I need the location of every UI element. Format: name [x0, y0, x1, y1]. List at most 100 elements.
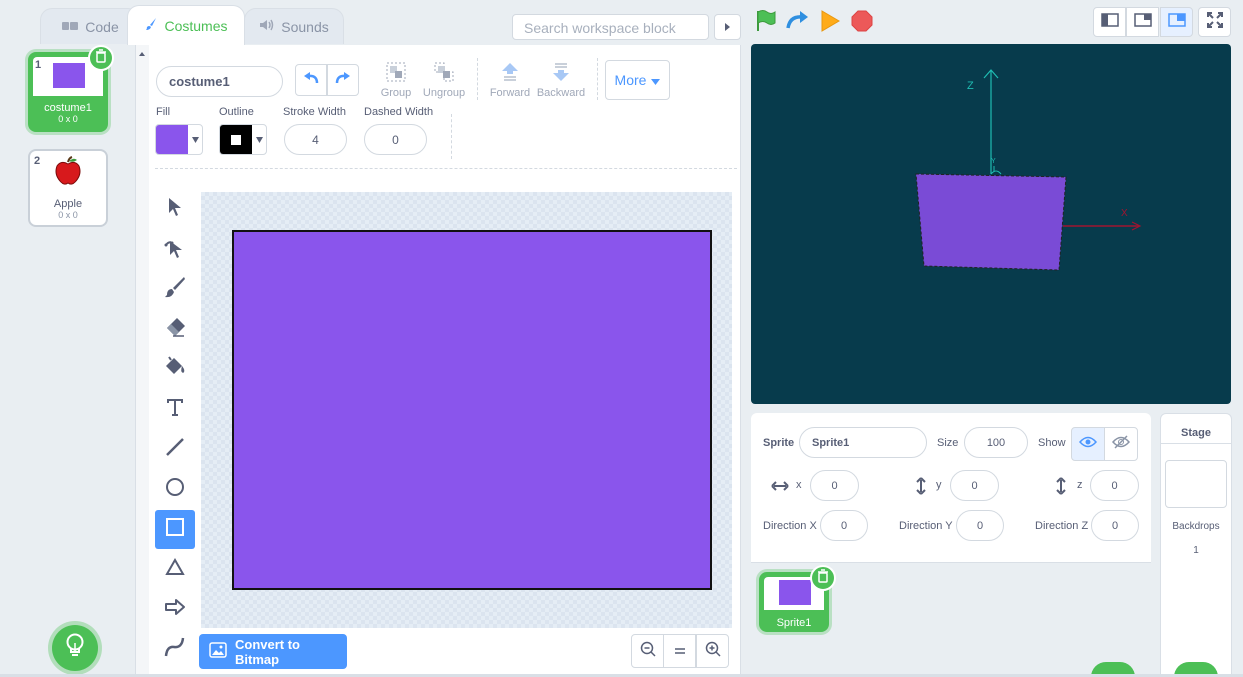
fill-tool[interactable]: [155, 350, 195, 389]
undo-icon: [303, 71, 319, 90]
sprite-thumbnail: [779, 580, 811, 605]
show-sprite-button[interactable]: [1071, 427, 1105, 461]
large-stage-button[interactable]: [1160, 7, 1193, 37]
backdrops-label: Backdrops: [1172, 521, 1220, 532]
zoom-in-button[interactable]: [696, 634, 729, 668]
normal-stage-button[interactable]: [1126, 7, 1159, 37]
dashed-width-input[interactable]: 0: [364, 124, 427, 155]
y-input[interactable]: 0: [950, 470, 999, 501]
hide-sprite-button[interactable]: [1104, 427, 1138, 461]
undo-button[interactable]: [295, 64, 327, 96]
circle-tool[interactable]: [155, 470, 195, 509]
costume-thumbnail: [53, 63, 85, 88]
text-icon: [165, 397, 185, 422]
show-label: Show: [1038, 437, 1066, 449]
more-menu-button[interactable]: More: [605, 60, 670, 100]
fullscreen-button[interactable]: [1198, 7, 1231, 37]
backward-icon: [535, 60, 587, 87]
reshape-tool[interactable]: [155, 231, 195, 270]
triangle-icon: [165, 557, 185, 581]
text-tool[interactable]: [155, 390, 195, 429]
rectangle-shape[interactable]: [232, 230, 712, 590]
tab-code-label: Code: [85, 18, 119, 35]
select-tool[interactable]: [155, 190, 195, 229]
arrow-cursor-icon: [166, 197, 184, 222]
zoom-reset-button[interactable]: [663, 634, 696, 668]
search-input[interactable]: Search workspace block: [512, 14, 709, 40]
green-flag-icon[interactable]: [755, 9, 777, 33]
sprite-name: Sprite1: [776, 617, 812, 629]
x-input[interactable]: 0: [810, 470, 859, 501]
costume-number: 2: [34, 155, 41, 167]
costume-name: Apple: [53, 198, 83, 210]
size-input[interactable]: 100: [964, 427, 1028, 458]
outline-label: Outline: [219, 106, 254, 118]
direction-x-label: Direction X: [763, 520, 817, 532]
direction-z-label: Direction Z: [1035, 520, 1089, 532]
brush-tool[interactable]: [155, 270, 195, 309]
circle-icon: [165, 477, 185, 502]
direction-y-input[interactable]: 0: [956, 510, 1004, 541]
y-label: y: [936, 479, 942, 491]
delete-sprite-button[interactable]: [810, 565, 836, 591]
fill-color-swatch: [156, 125, 188, 154]
tab-code[interactable]: Code: [40, 8, 140, 44]
search-submit-button[interactable]: [714, 14, 741, 40]
backward-button[interactable]: Backward: [535, 60, 587, 99]
line-tool[interactable]: [155, 430, 195, 469]
tutorials-button[interactable]: [52, 625, 98, 671]
costume-card-2[interactable]: 2 Apple 0 x 0: [28, 149, 108, 227]
rectangle-tool[interactable]: [155, 510, 195, 549]
more-label: More: [614, 72, 647, 88]
curve-icon: [164, 636, 186, 663]
step-icon[interactable]: [786, 10, 810, 32]
group-button[interactable]: Group: [370, 60, 422, 99]
equals-icon: [674, 642, 686, 660]
lightbulb-icon: [64, 633, 86, 664]
ungroup-button[interactable]: Ungroup: [418, 60, 470, 99]
triangle-tool[interactable]: [155, 550, 195, 589]
stroke-width-input[interactable]: 4: [284, 124, 347, 155]
forward-button[interactable]: Forward: [484, 60, 536, 99]
delete-costume-button[interactable]: [88, 45, 114, 71]
zoom-in-icon: [705, 641, 721, 662]
x-axis-label: X: [1121, 208, 1128, 219]
tab-sounds[interactable]: Sounds: [244, 8, 344, 44]
stage-3d-view: [915, 69, 1142, 271]
direction-z-input[interactable]: 0: [1091, 510, 1139, 541]
outline-color-picker[interactable]: [219, 124, 267, 155]
caret-down-icon: [256, 137, 263, 143]
redo-button[interactable]: [327, 64, 359, 96]
fullscreen-icon: [1206, 11, 1223, 33]
horizontal-arrows-icon: [771, 479, 789, 497]
z-input[interactable]: 0: [1090, 470, 1139, 501]
costume-name-input[interactable]: costume1: [156, 66, 283, 97]
direction-x-input[interactable]: 0: [820, 510, 868, 541]
stage-thumbnail: [1165, 460, 1227, 508]
trash-icon: [817, 568, 829, 588]
zoom-out-button[interactable]: [631, 634, 664, 668]
tab-costumes[interactable]: Costumes: [127, 5, 245, 45]
costume-name: costume1: [44, 102, 92, 114]
stop-icon[interactable]: [851, 10, 873, 32]
costume-list-scrollbar[interactable]: [135, 45, 149, 677]
z-axis-label: Z: [967, 80, 974, 92]
convert-to-bitmap-button[interactable]: Convert to Bitmap: [199, 634, 347, 669]
small-stage-icon: [1100, 12, 1119, 32]
fill-color-picker[interactable]: [155, 124, 203, 155]
size-label: Size: [937, 437, 959, 449]
curve-tool[interactable]: [155, 630, 195, 669]
arrow-tool[interactable]: [155, 590, 195, 629]
arrow-right-icon: [164, 598, 186, 621]
small-stage-button[interactable]: [1093, 7, 1126, 37]
eraser-tool[interactable]: [155, 310, 195, 349]
play-icon[interactable]: [820, 10, 840, 32]
outline-color-swatch: [220, 125, 252, 154]
redo-icon: [335, 71, 351, 90]
stage-canvas[interactable]: Z Y X: [751, 44, 1231, 404]
sprite-name-input[interactable]: Sprite1: [799, 427, 927, 458]
tab-sounds-label: Sounds: [281, 18, 329, 35]
dashed-width-label: Dashed Width: [364, 106, 434, 118]
eye-icon: [1078, 435, 1098, 453]
group-icon: [370, 60, 422, 87]
